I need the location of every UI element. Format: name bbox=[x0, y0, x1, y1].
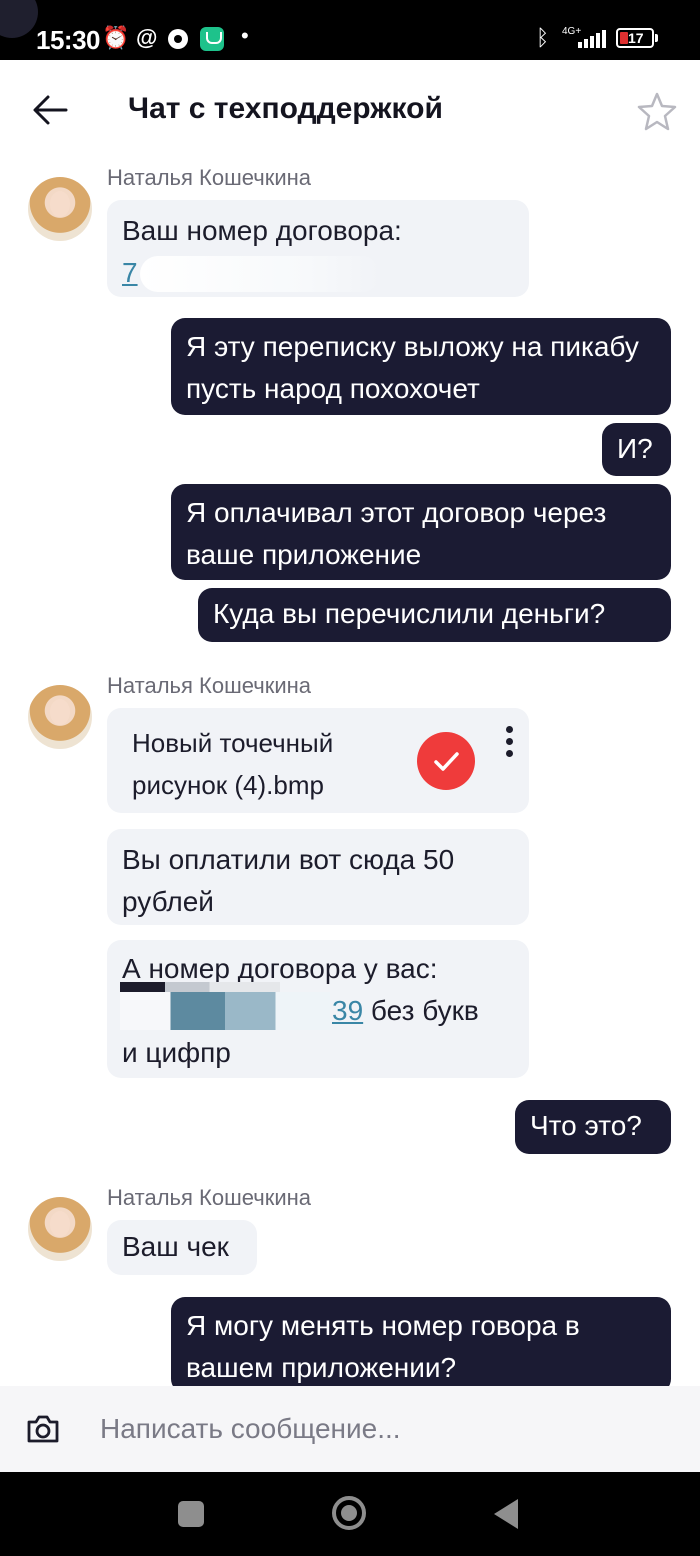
outgoing-message: Я оплачивал этот договор через ваше прил… bbox=[171, 484, 671, 580]
sender-name: Наталья Кошечкина bbox=[107, 165, 311, 190]
contract-number-link[interactable]: 39 bbox=[332, 995, 363, 1026]
avatar bbox=[28, 1197, 92, 1261]
alarm-icon: ⏰ bbox=[102, 25, 130, 50]
message-text: без букв bbox=[363, 995, 479, 1026]
recents-button[interactable] bbox=[178, 1501, 204, 1527]
camera-cutout bbox=[0, 0, 38, 38]
notification-app-icon bbox=[200, 27, 224, 51]
redaction-blur bbox=[120, 982, 280, 992]
more-options-icon[interactable] bbox=[503, 726, 515, 762]
message-input[interactable] bbox=[100, 1406, 660, 1452]
battery-level: 17 bbox=[628, 30, 644, 46]
battery-icon: 17 bbox=[616, 28, 658, 48]
incoming-message: Вы оплатили вот сюда 50 рублей bbox=[107, 829, 529, 925]
message-text: и цифпр bbox=[122, 1037, 231, 1068]
file-name: Новый точечный рисунок (4).bmp bbox=[132, 728, 334, 800]
avatar bbox=[28, 177, 92, 241]
avatar bbox=[28, 685, 92, 749]
message-text: Ваш номер договора: bbox=[122, 215, 402, 246]
status-bar: 15:30 ⏰ @ • ᛒ 4G+ 17 bbox=[0, 0, 700, 60]
chat-header: Чат с техподдержкой bbox=[0, 60, 700, 160]
star-icon[interactable] bbox=[636, 90, 678, 132]
outgoing-message: Куда вы перечислили деньги? bbox=[198, 588, 671, 642]
system-nav-bar bbox=[0, 1472, 700, 1556]
file-attachment[interactable]: Новый точечный рисунок (4).bmp bbox=[107, 708, 529, 813]
home-button[interactable] bbox=[332, 1496, 366, 1530]
incoming-message: Ваш чек bbox=[107, 1220, 257, 1275]
sender-name: Наталья Кошечкина bbox=[107, 673, 311, 698]
outgoing-message: Что это? bbox=[515, 1100, 671, 1154]
music-app-icon bbox=[168, 29, 188, 49]
contract-number-link[interactable]: 7 bbox=[122, 257, 138, 288]
outgoing-message: И? bbox=[602, 423, 671, 476]
redaction-blur bbox=[140, 256, 380, 292]
bluetooth-icon: ᛒ bbox=[536, 25, 550, 50]
check-icon bbox=[417, 732, 475, 790]
at-sign-icon: @ bbox=[136, 25, 158, 50]
outgoing-message: Я эту переписку выложу на пикабу пусть н… bbox=[171, 318, 671, 415]
incoming-message: А номер договора у вас: 39 без букв и ци… bbox=[107, 940, 529, 1078]
signal-icon bbox=[578, 30, 606, 48]
page-title: Чат с техподдержкой bbox=[128, 92, 443, 125]
back-button[interactable] bbox=[494, 1499, 518, 1529]
back-arrow-icon[interactable] bbox=[30, 92, 70, 128]
redaction-blur bbox=[120, 992, 330, 1030]
outgoing-message: Я могу менять номер говора в вашем прило… bbox=[171, 1297, 671, 1393]
more-notifications-dot: • bbox=[241, 23, 249, 48]
camera-icon[interactable] bbox=[24, 1410, 62, 1448]
incoming-message: Ваш номер договора: 7 bbox=[107, 200, 529, 297]
status-time: 15:30 bbox=[36, 25, 101, 55]
sender-name: Наталья Кошечкина bbox=[107, 1185, 311, 1210]
message-composer bbox=[0, 1386, 700, 1472]
